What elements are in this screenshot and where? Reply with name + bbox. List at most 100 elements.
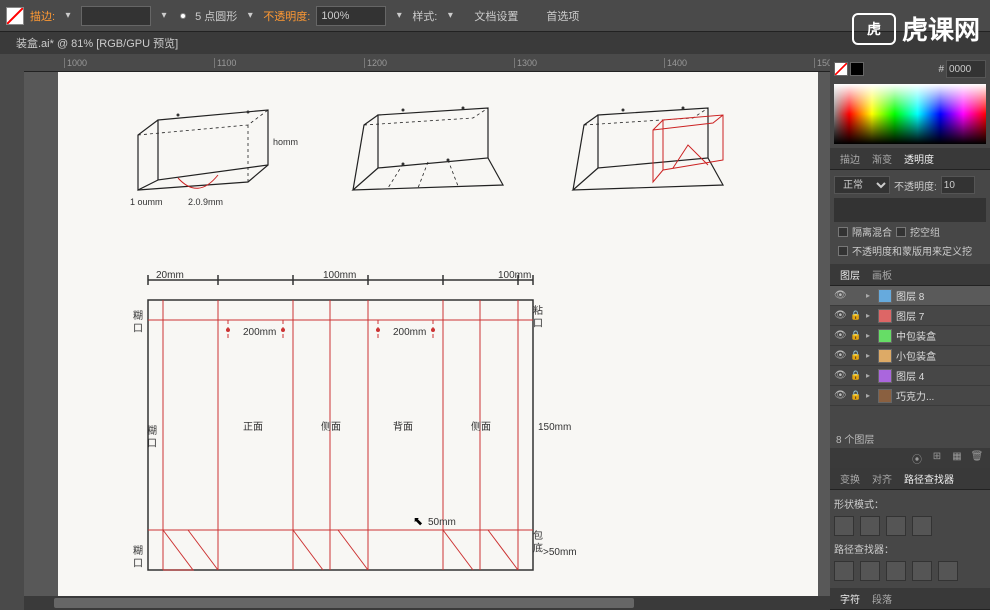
- new-sublayer-icon[interactable]: ⊞: [930, 451, 944, 465]
- svg-text:糊 口: 糊 口: [131, 309, 143, 333]
- tab-gradient[interactable]: 渐变: [868, 151, 896, 166]
- canvas-scrollbar-h[interactable]: [24, 596, 830, 610]
- right-panel-dock: # 描边 渐变 透明度 正常 不透明度: 隔离混合 挖空组: [830, 54, 990, 610]
- layer-visibility-icon[interactable]: 👁: [834, 370, 846, 382]
- fill-swatch-panel[interactable]: [834, 62, 848, 76]
- layer-lock-icon[interactable]: [850, 290, 862, 302]
- tab-paragraph[interactable]: 段落: [868, 591, 896, 606]
- layer-lock-icon[interactable]: 🔒: [850, 310, 862, 322]
- color-hex-input[interactable]: [946, 60, 986, 78]
- pf-unite-icon[interactable]: [834, 516, 854, 536]
- blend-mode-select[interactable]: 正常: [834, 176, 890, 194]
- layer-expand-icon[interactable]: ▸: [866, 351, 874, 360]
- layer-visibility-icon[interactable]: 👁: [834, 390, 846, 402]
- layer-color-swatch: [878, 329, 892, 343]
- layer-color-swatch: [878, 389, 892, 403]
- tab-align[interactable]: 对齐: [868, 471, 896, 486]
- layer-name-label: 小包装盒: [896, 348, 936, 363]
- pf-exclude-icon[interactable]: [912, 516, 932, 536]
- layer-row[interactable]: 👁 🔒 ▸ 小包装盒: [830, 346, 990, 366]
- tab-transform[interactable]: 变换: [836, 471, 864, 486]
- layer-lock-icon[interactable]: 🔒: [850, 390, 862, 402]
- layers-footer: ⦿ ⊞ ▦ 🗑: [830, 448, 990, 468]
- layer-row[interactable]: 👁🔒▸图层 7: [830, 306, 990, 326]
- tab-transparency[interactable]: 透明度: [900, 151, 938, 166]
- watermark-text: 虎课网: [902, 10, 980, 47]
- layer-row[interactable]: 👁🔒▸中包装盒: [830, 326, 990, 346]
- isolate-checkbox[interactable]: [838, 227, 848, 237]
- pf-trim-icon[interactable]: [860, 561, 880, 581]
- canvas[interactable]: 1000 1100 1200 1300 1400 1500 1 ou: [24, 54, 830, 610]
- pf-crop-icon[interactable]: [912, 561, 932, 581]
- layer-name-label: 图层 4: [896, 368, 924, 383]
- svg-text:hommm: hommm: [273, 137, 298, 147]
- doc-setup-button[interactable]: 文档设置: [463, 5, 529, 27]
- layers-panel-tabs: 图层 画板: [830, 264, 990, 286]
- svg-text:侧面: 侧面: [471, 420, 491, 433]
- pf-intersect-icon[interactable]: [886, 516, 906, 536]
- layer-count-label: 8 个图层: [830, 429, 990, 448]
- prefs-button[interactable]: 首选项: [535, 5, 590, 27]
- new-layer-icon[interactable]: ▦: [950, 451, 964, 465]
- svg-text:正面: 正面: [243, 422, 263, 433]
- layer-visibility-icon[interactable]: 👁: [834, 350, 846, 362]
- pf-merge-icon[interactable]: [886, 561, 906, 581]
- shape-mode-label: 形状模式：: [834, 494, 986, 513]
- document-tab[interactable]: 装盒.ai* @ 81% [RGB/GPU 预览]: [6, 35, 188, 51]
- layer-row[interactable]: 👁 🔒 ▸ 图层 4: [830, 366, 990, 386]
- tab-artboards[interactable]: 画板: [868, 267, 896, 282]
- color-spectrum[interactable]: [834, 84, 986, 144]
- layer-color-swatch: [878, 309, 892, 323]
- document-tab-bar: 装盒.ai* @ 81% [RGB/GPU 预览]: [0, 32, 990, 54]
- delete-layer-icon[interactable]: 🗑: [970, 451, 984, 465]
- stroke-dash-chev[interactable]: ▾: [243, 10, 257, 21]
- layer-lock-icon[interactable]: 🔒: [850, 370, 862, 382]
- svg-text:背面: 背面: [393, 420, 413, 433]
- ruler-horizontal: 1000 1100 1200 1300 1400 1500: [24, 54, 830, 72]
- layer-lock-icon[interactable]: 🔒: [850, 330, 862, 342]
- layer-lock-icon[interactable]: 🔒: [850, 350, 862, 362]
- style-chev[interactable]: ▾: [443, 10, 457, 21]
- layer-row[interactable]: 👁▸图层 8: [830, 286, 990, 306]
- svg-text:包 底: 包 底: [531, 529, 543, 554]
- layer-expand-icon[interactable]: ▸: [866, 291, 874, 300]
- tab-character[interactable]: 字符: [836, 591, 864, 606]
- scrollbar-thumb[interactable]: [54, 598, 634, 608]
- opacity-label-panel: 不透明度:: [894, 178, 937, 193]
- opacity-input-panel[interactable]: [941, 176, 975, 194]
- pf-divide-icon[interactable]: [834, 561, 854, 581]
- isolate-label: 隔离混合: [852, 224, 892, 239]
- stroke-profile-chev[interactable]: ▾: [157, 10, 171, 21]
- tab-stroke[interactable]: 描边: [836, 151, 864, 166]
- layer-expand-icon[interactable]: ▸: [866, 371, 874, 380]
- stroke-dash-swatch[interactable]: [180, 13, 186, 19]
- svg-text:糊 口: 糊 口: [131, 544, 143, 568]
- layer-color-swatch: [878, 349, 892, 363]
- layer-expand-icon[interactable]: ▸: [866, 331, 874, 340]
- layer-visibility-icon[interactable]: 👁: [834, 330, 846, 342]
- opacity-mask-preview[interactable]: [834, 198, 986, 222]
- svg-text:150mm: 150mm: [538, 422, 571, 433]
- stroke-weight-chev[interactable]: ▾: [61, 10, 75, 21]
- stroke-swatch-panel[interactable]: [850, 62, 864, 76]
- tab-layers[interactable]: 图层: [836, 267, 864, 282]
- opacity-label: 不透明度:: [263, 8, 310, 24]
- stroke-weight-input[interactable]: [81, 6, 151, 26]
- svg-text:100mm: 100mm: [498, 270, 531, 281]
- svg-text:100mm: 100mm: [323, 270, 356, 281]
- layers-panel: 👁▸图层 8👁🔒▸图层 7👁🔒▸中包装盒👁🔒▸小包装盒👁🔒▸图层 4👁🔒▸巧克力…: [830, 286, 990, 468]
- layer-row[interactable]: 👁🔒▸巧克力...: [830, 386, 990, 406]
- opacity-chev[interactable]: ▾: [392, 10, 406, 21]
- pf-outline-icon[interactable]: [938, 561, 958, 581]
- layer-visibility-icon[interactable]: 👁: [834, 310, 846, 322]
- opacity-mask-checkbox[interactable]: [838, 246, 848, 256]
- knockout-checkbox[interactable]: [896, 227, 906, 237]
- layer-visibility-icon[interactable]: 👁: [834, 290, 846, 302]
- locate-layer-icon[interactable]: ⦿: [910, 451, 924, 465]
- opacity-input[interactable]: [316, 6, 386, 26]
- layer-expand-icon[interactable]: ▸: [866, 311, 874, 320]
- pf-minus-front-icon[interactable]: [860, 516, 880, 536]
- fill-swatch[interactable]: [6, 7, 24, 25]
- layer-expand-icon[interactable]: ▸: [866, 391, 874, 400]
- tab-pathfinder[interactable]: 路径查找器: [900, 471, 958, 486]
